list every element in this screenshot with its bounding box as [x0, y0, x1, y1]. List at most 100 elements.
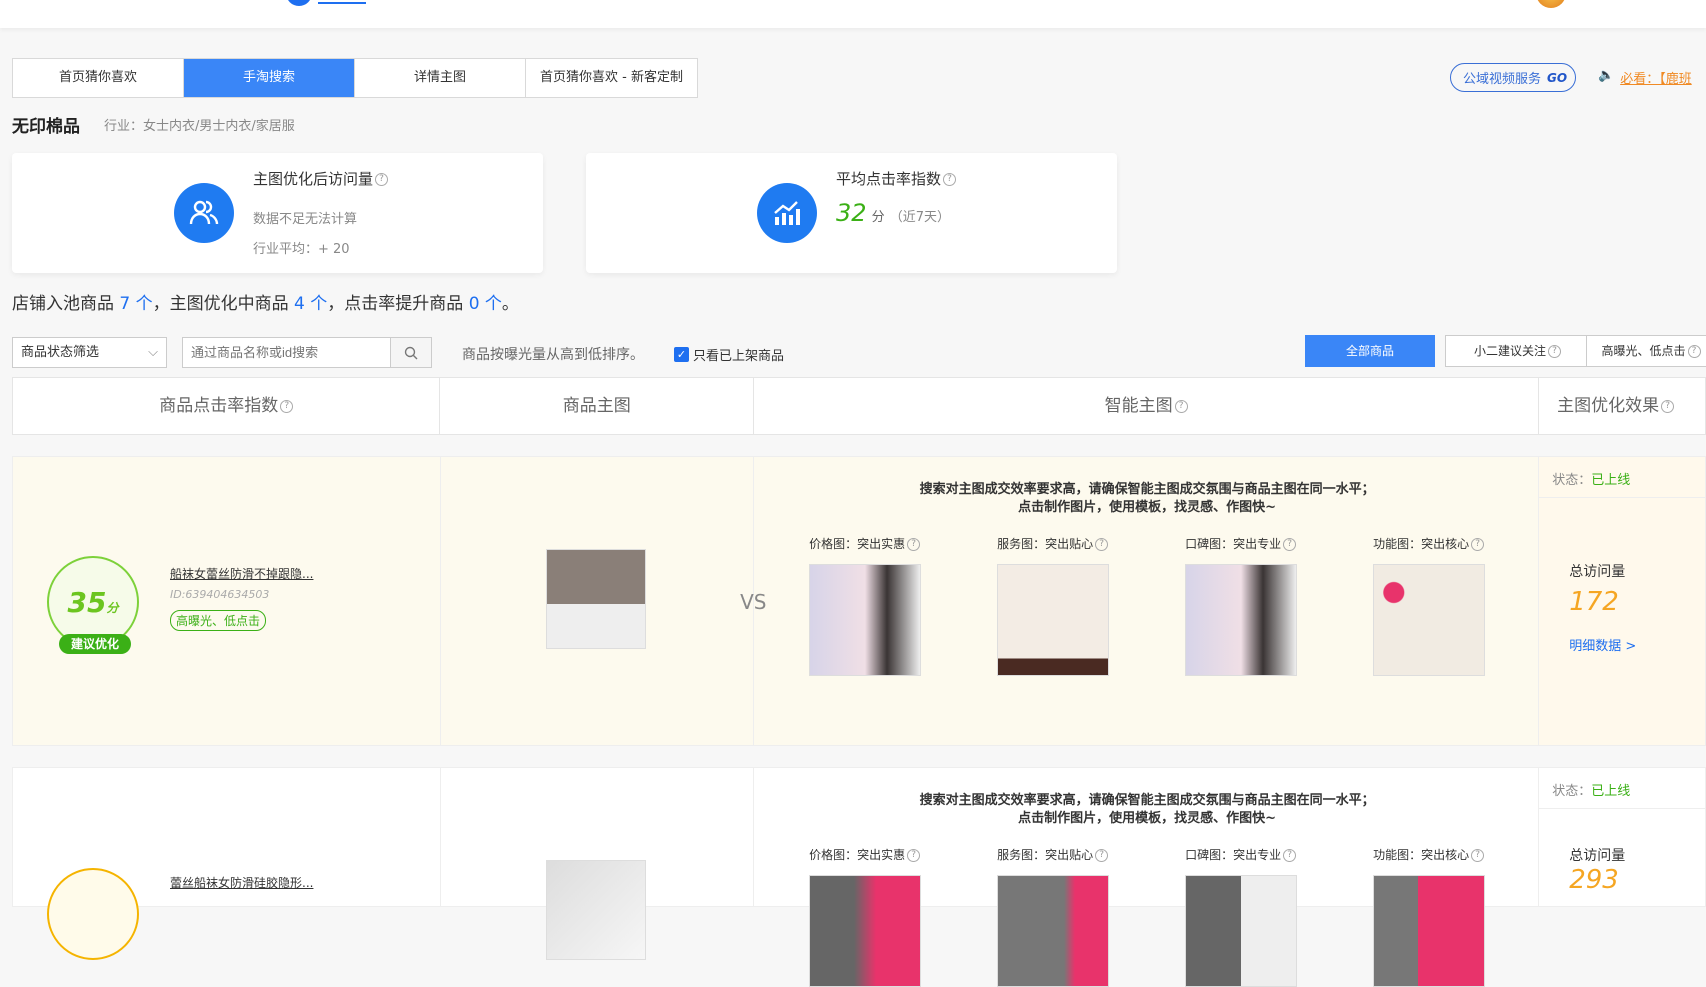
video-service-button[interactable]: 公域视频服务 GO [1450, 63, 1577, 92]
stats-text: ，点击率提升商品 [327, 294, 469, 314]
notice-link[interactable]: 🔈 必看：【鹿班 [1598, 68, 1692, 87]
high-exposure-low-click-button[interactable]: 高曝光、低点击? [1586, 335, 1706, 367]
smart-image-slot-price[interactable]: 价格图：突出实惠? [809, 846, 922, 987]
logo-text [318, 0, 366, 4]
help-icon[interactable]: ? [1471, 538, 1485, 551]
hint-line2: 点击制作图片，使用模板，找灵感、作图快~ [1018, 500, 1277, 515]
stats-text: 。 [501, 294, 519, 314]
help-icon[interactable]: ? [907, 538, 921, 551]
high-exposure-label: 高曝光、低点击 [1601, 344, 1686, 358]
search-button[interactable] [390, 338, 431, 367]
help-icon[interactable]: ? [1095, 849, 1109, 862]
status-value: 已上线 [1591, 473, 1631, 488]
optimizing-count[interactable]: 4 个 [294, 294, 327, 314]
help-icon[interactable]: ? [280, 399, 294, 413]
search-input[interactable] [183, 338, 390, 367]
smart-image-slot-function[interactable]: 功能图：突出核心? [1373, 846, 1486, 987]
shop-industry: 行业：女士内衣/男士内衣/家居服 [104, 119, 295, 134]
smart-image-slot-price[interactable]: 价格图：突出实惠? [809, 535, 922, 676]
divider [1539, 808, 1705, 809]
stats-text: 店铺入池商品 [12, 294, 120, 314]
status-filter-value: 商品状态筛选 [21, 345, 100, 360]
speaker-icon: 🔈 [1598, 68, 1615, 83]
tab-mobile-search[interactable]: 手淘搜索 [184, 59, 355, 97]
go-badge: GO [1547, 70, 1568, 85]
recommended-focus-button[interactable]: 小二建议关注? [1445, 335, 1590, 367]
score-unit: 分 [106, 601, 119, 615]
help-icon[interactable]: ? [1174, 399, 1188, 413]
recommended-focus-label: 小二建议关注 [1473, 344, 1546, 358]
advice-badge: 建议优化 [59, 634, 131, 654]
help-icon[interactable]: ? [943, 173, 957, 186]
help-icon[interactable]: ? [907, 849, 921, 862]
smart-image-slot-service[interactable]: 服务图：突出贴心? [997, 846, 1110, 987]
pool-count[interactable]: 7 个 [119, 294, 152, 314]
hint-line1: 搜索对主图成交效率要求高，请确保智能主图成交氛围与商品主图在同一水平； [919, 482, 1375, 497]
score-value: 35 [67, 586, 107, 619]
checkbox-checked-icon[interactable]: ✓ [674, 347, 689, 362]
status-row: 状态：已上线 [1552, 784, 1631, 799]
video-service-label: 公域视频服务 [1463, 72, 1542, 87]
all-products-button[interactable]: 全部商品 [1305, 335, 1435, 367]
detail-data-link[interactable]: 明细数据 > [1569, 635, 1636, 654]
channel-tabs: 首页猜你喜欢 手淘搜索 详情主图 首页猜你喜欢 - 新客定制 [12, 58, 698, 98]
table-header: 商品点击率指数? 商品主图 智能主图? 主图优化效果? [12, 377, 1706, 435]
smart-image-function[interactable] [1373, 564, 1486, 676]
ctr-score-badge [47, 868, 139, 960]
visits-card-status: 数据不足无法计算 [253, 212, 358, 227]
help-icon[interactable]: ? [1283, 849, 1297, 862]
smart-image-reputation[interactable] [1185, 564, 1298, 676]
search-box [182, 337, 432, 368]
ctr-card-title: 平均点击率指数 [836, 170, 942, 188]
smart-image-price[interactable] [809, 564, 922, 676]
improved-count[interactable]: 0 个 [469, 294, 502, 314]
help-icon[interactable]: ? [1687, 345, 1701, 358]
ctr-card: 平均点击率指数? 32 分 （近7天） [586, 153, 1117, 273]
notice-text: 必看：【鹿班 [1620, 72, 1692, 87]
help-icon[interactable]: ? [1283, 538, 1297, 551]
help-icon[interactable]: ? [1661, 399, 1675, 413]
stats-text: ，主图优化中商品 [152, 294, 295, 314]
product-id: ID:639404634503 [170, 588, 270, 601]
only-listed-label: 只看已上架商品 [693, 349, 785, 364]
status-row: 状态：已上线 [1552, 473, 1631, 488]
help-icon[interactable]: ? [1548, 345, 1561, 358]
hint-line2: 点击制作图片，使用模板，找灵感、作图快~ [1018, 811, 1277, 826]
total-visits-label: 总访问量 [1569, 564, 1626, 580]
status-filter-select[interactable]: 商品状态筛选 ⌵ [12, 337, 167, 368]
product-main-image[interactable] [545, 860, 646, 960]
total-visits-label: 总访问量 [1569, 848, 1626, 864]
total-visits-value: 293 [1569, 865, 1619, 895]
help-icon[interactable]: ? [1095, 538, 1109, 551]
smart-image-service[interactable] [997, 564, 1110, 676]
tab-home-guess[interactable]: 首页猜你喜欢 [13, 59, 184, 97]
visits-card: 主图优化后访问量? 数据不足无法计算 行业平均：+ 20 [12, 153, 543, 273]
total-visits-value: 172 [1569, 587, 1619, 617]
search-icon [404, 346, 418, 359]
shop-name: 无印棉品 [12, 117, 80, 137]
ctr-unit: 分 [871, 210, 885, 225]
smart-image-slot-function[interactable]: 功能图：突出核心? [1373, 535, 1486, 676]
chevron-down-icon: ⌵ [148, 345, 158, 360]
product-main-image[interactable] [545, 549, 646, 649]
smart-image-slot-reputation[interactable]: 口碑图：突出专业? [1185, 535, 1298, 676]
help-icon[interactable]: ? [375, 173, 389, 186]
product-tag: 高曝光、低点击 [170, 610, 267, 631]
product-name-link[interactable]: 船袜女蕾丝防滑不掉跟隐... [170, 565, 313, 582]
pool-stats: 店铺入池商品 7 个，主图优化中商品 4 个，点击率提升商品 0 个。 [12, 289, 519, 314]
smart-image-slot-service[interactable]: 服务图：突出贴心? [997, 535, 1110, 676]
product-name-link[interactable]: 蕾丝船袜女防滑硅胶隐形... [170, 874, 313, 891]
only-listed-checkbox[interactable]: ✓ 只看已上架商品 [674, 345, 784, 364]
divider [1539, 497, 1705, 498]
smart-image-slot-reputation[interactable]: 口碑图：突出专业? [1185, 846, 1298, 987]
column-header-main-image: 商品主图 [440, 378, 755, 434]
help-icon[interactable]: ? [1471, 849, 1485, 862]
tab-detail-main-image[interactable]: 详情主图 [355, 59, 526, 97]
tab-home-guess-new-customer[interactable]: 首页猜你喜欢 - 新客定制 [526, 59, 697, 97]
vs-label: VS [740, 590, 767, 614]
column-header-effect: 主图优化效果? [1539, 378, 1705, 434]
industry-average: 行业平均：+ 20 [253, 242, 350, 257]
sort-description: 商品按曝光量从高到低排序。 [462, 347, 644, 363]
hint-line1: 搜索对主图成交效率要求高，请确保智能主图成交氛围与商品主图在同一水平； [919, 793, 1375, 808]
table-row: 35分 建议优化 船袜女蕾丝防滑不掉跟隐... ID:639404634503 … [12, 456, 1706, 746]
